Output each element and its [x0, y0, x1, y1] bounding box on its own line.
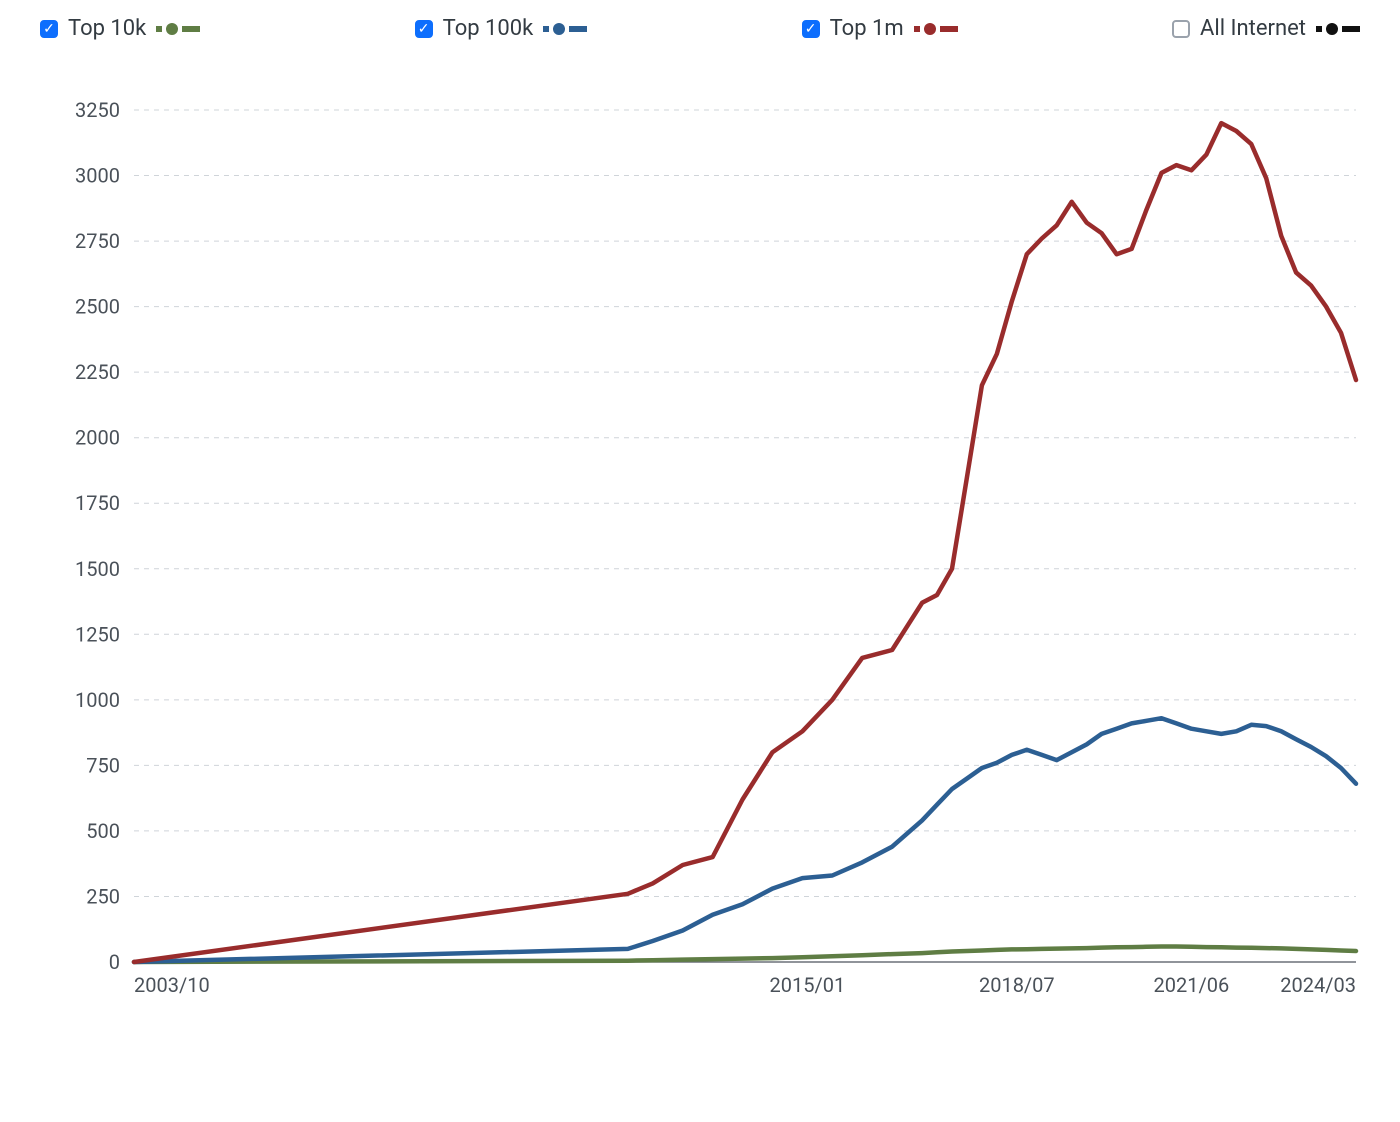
legend-label: Top 100k — [443, 16, 534, 41]
y-tick-label: 1750 — [75, 491, 120, 515]
y-tick-label: 750 — [86, 753, 120, 777]
checkbox-icon: ✓ — [1172, 20, 1190, 38]
legend: ✓ Top 10k ✓ Top 100k ✓ Top 1m — [40, 16, 1360, 41]
chart-svg: 0 250 500 750 1000 1250 1500 1750 2000 2250 2500 27… — [34, 82, 1366, 1022]
legend-item-top10k[interactable]: ✓ Top 10k — [40, 16, 200, 41]
chart-plot: 0 250 500 750 1000 1250 1500 1750 2000 2250 2500 27… — [34, 82, 1366, 1022]
legend-label: Top 1m — [830, 16, 904, 41]
y-tick-label: 1500 — [75, 557, 120, 581]
y-tick-label: 2500 — [75, 295, 120, 319]
checkbox-icon: ✓ — [415, 20, 433, 38]
series-line-top-10k — [134, 947, 1356, 963]
legend-label: All Internet — [1200, 16, 1306, 41]
legend-swatch — [543, 23, 587, 35]
x-tick-label: 2021/06 — [1154, 973, 1230, 997]
legend-swatch — [914, 23, 958, 35]
y-tick-label: 3000 — [75, 164, 120, 188]
y-tick-label: 250 — [86, 884, 120, 908]
x-tick-label: 2015/01 — [769, 973, 845, 997]
y-tick-label: 3250 — [75, 98, 120, 122]
legend-item-all-internet[interactable]: ✓ All Internet — [1172, 16, 1360, 41]
series-line-top-1m — [134, 123, 1356, 962]
y-tick-label: 1250 — [75, 622, 120, 646]
y-tick-label: 0 — [109, 950, 120, 974]
series-line-top-100k — [134, 718, 1356, 962]
checkbox-icon: ✓ — [802, 20, 820, 38]
legend-label: Top 10k — [68, 16, 146, 41]
y-tick-label: 2750 — [75, 229, 120, 253]
y-tick-label: 1000 — [75, 688, 120, 712]
legend-swatch — [156, 23, 200, 35]
y-tick-label: 2000 — [75, 426, 120, 450]
chart-container: ✓ Top 10k ✓ Top 100k ✓ Top 1m — [0, 0, 1400, 1122]
legend-item-top1m[interactable]: ✓ Top 1m — [802, 16, 958, 41]
y-tick-label: 500 — [86, 819, 120, 843]
y-tick-label: 2250 — [75, 360, 120, 384]
x-tick-label: 2018/07 — [979, 973, 1055, 997]
legend-swatch — [1316, 23, 1360, 35]
x-tick-label: 2003/10 — [134, 973, 210, 997]
checkbox-icon: ✓ — [40, 20, 58, 38]
legend-item-top100k[interactable]: ✓ Top 100k — [415, 16, 588, 41]
x-tick-label: 2024/03 — [1280, 973, 1356, 997]
